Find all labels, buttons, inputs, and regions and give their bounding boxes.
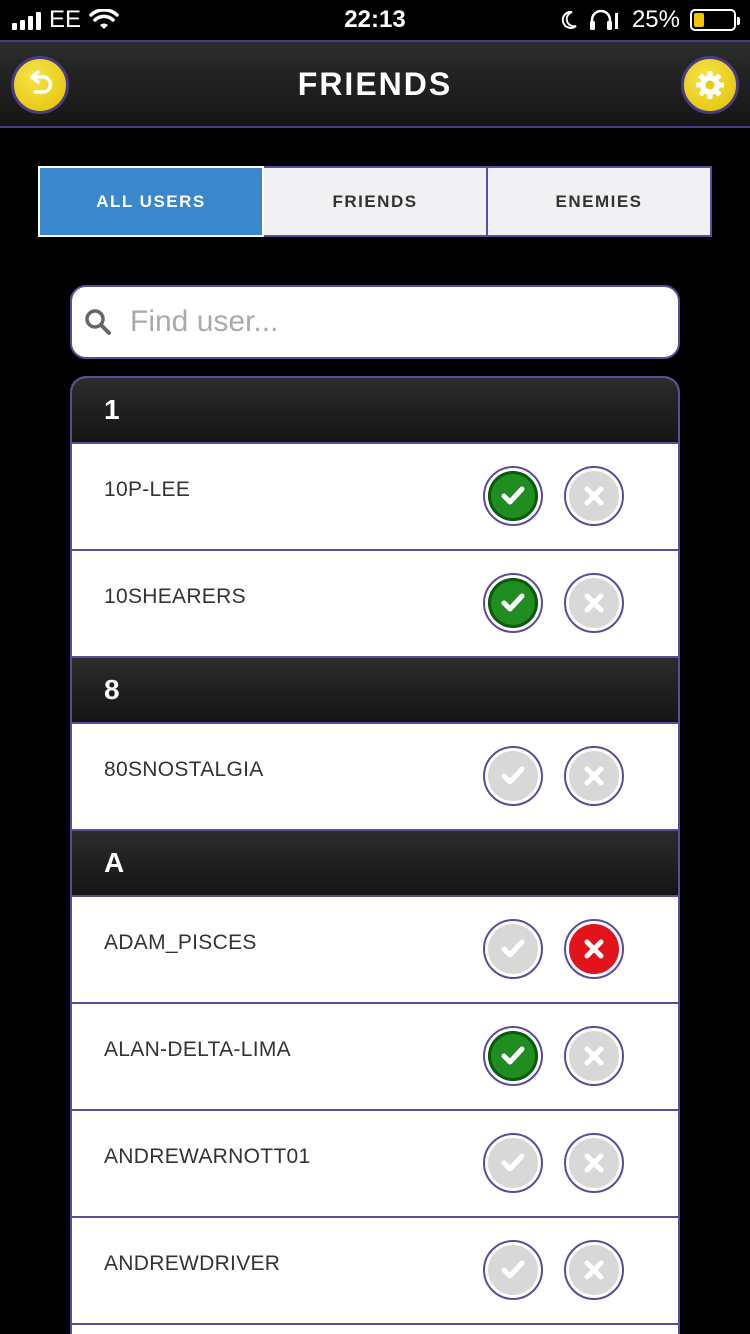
user-row: ALAN-DELTA-LIMA [72,1004,678,1111]
section-header: 1 [72,378,678,444]
username-label: 80SNOSTALGIA [104,758,264,781]
username-label: ADAM_PISCES [104,931,257,954]
status-right: 25% [560,6,740,34]
user-list[interactable]: 1 10P-LEE 10SHEARERS 8 80SNOSTALGIA A ADAM_PIS… [70,376,680,1334]
cross-icon [569,751,619,801]
add-enemy-toggle[interactable] [564,919,624,979]
tab-friends[interactable]: FRIENDS [264,166,488,237]
add-friend-toggle[interactable] [483,746,543,806]
section-header: A [72,831,678,897]
search-box [70,285,680,359]
moon-icon [561,10,577,29]
cross-icon [569,471,619,521]
user-row: ADAM_PISCES [72,897,678,1004]
header-bar: FRIENDS [0,40,750,128]
checkmark-icon [488,1245,538,1295]
user-row: ANDREWARNOTT01 [72,1111,678,1218]
user-row: 10P-LEE [72,444,678,551]
username-label: ANDREWARNOTT01 [104,1145,311,1168]
add-friend-toggle[interactable] [483,919,543,979]
checkmark-icon [488,1138,538,1188]
battery-percentage: 25% [631,6,680,33]
status-bar: EE 22:13 25% [0,0,750,40]
page-title: FRIENDS [297,66,453,102]
headphones-icon [589,9,618,30]
cross-icon [569,578,619,628]
checkmark-icon [488,924,538,974]
user-row: 80SNOSTALGIA [72,724,678,831]
add-enemy-toggle[interactable] [564,1026,624,1086]
cross-icon [569,1138,619,1188]
filter-tabs: ALL USERS FRIENDS ENEMIES [38,166,712,237]
section-header: 8 [72,658,678,724]
gear-icon [696,71,724,99]
checkmark-icon [488,1031,538,1081]
username-label: ALAN-DELTA-LIMA [104,1038,291,1061]
add-friend-toggle[interactable] [483,573,543,633]
search-input[interactable] [130,305,650,339]
add-enemy-toggle[interactable] [564,573,624,633]
checkmark-icon [488,751,538,801]
username-label: 10SHEARERS [104,585,246,608]
tab-all-users[interactable]: ALL USERS [38,166,264,237]
checkmark-icon [488,578,538,628]
user-row: ANDREWDRIVER [72,1218,678,1325]
user-row: 10SHEARERS [72,551,678,658]
add-enemy-toggle[interactable] [564,1133,624,1193]
cross-icon [569,1031,619,1081]
username-label: ANDREWDRIVER [104,1252,281,1275]
add-enemy-toggle[interactable] [564,466,624,526]
battery-icon [690,9,740,31]
add-friend-toggle[interactable] [483,1133,543,1193]
search-icon [85,309,111,335]
add-friend-toggle[interactable] [483,466,543,526]
cross-icon [569,1245,619,1295]
add-friend-toggle[interactable] [483,1240,543,1300]
cross-icon [569,924,619,974]
add-friend-toggle[interactable] [483,1026,543,1086]
add-enemy-toggle[interactable] [564,1240,624,1300]
add-enemy-toggle[interactable] [564,746,624,806]
tab-enemies[interactable]: ENEMIES [488,166,712,237]
checkmark-icon [488,471,538,521]
settings-button[interactable] [681,56,739,114]
username-label: 10P-LEE [104,478,191,501]
